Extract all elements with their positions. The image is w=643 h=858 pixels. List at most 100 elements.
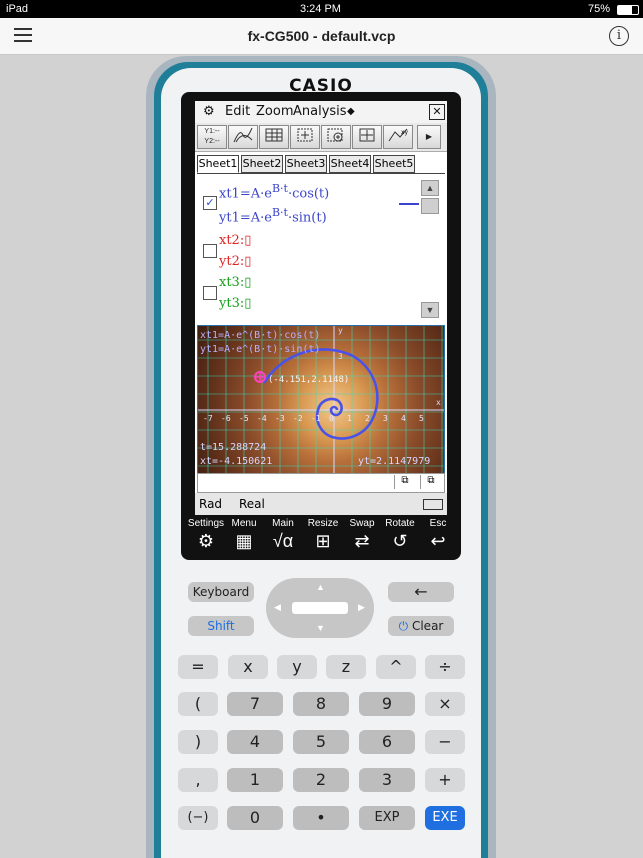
paste-icon[interactable]: ⧉ (420, 475, 441, 489)
key-row4-2[interactable]: 2 (293, 768, 349, 792)
app-menu-bar: ⚙ Edit Zoom Analysis ◆ ✕ (195, 101, 447, 123)
entry-line[interactable]: ⧉ ⧉ (197, 473, 445, 493)
x-tick-label: 4 (401, 414, 406, 423)
settings-gear-icon[interactable]: ⚙ (203, 104, 215, 119)
key-row5-4[interactable]: EXE (425, 806, 465, 830)
tab-sheet3[interactable]: Sheet3 (285, 155, 327, 173)
info-icon[interactable]: i (609, 26, 629, 46)
graph-type-button[interactable] (228, 125, 258, 149)
scroll-down-icon[interactable]: ▼ (421, 302, 439, 318)
trace-button[interactable]: xy (383, 125, 413, 149)
backspace-key[interactable]: ← (388, 582, 454, 602)
key-row1-5[interactable]: ÷ (425, 655, 465, 679)
x-tick-label: -4 (257, 414, 267, 423)
key-row1-1[interactable]: x (228, 655, 268, 679)
key-row3-4[interactable]: − (425, 730, 465, 754)
calculator-display[interactable]: ⚙ Edit Zoom Analysis ◆ ✕ Y1:-- Y2:-- xy … (195, 101, 447, 515)
key-row1-0[interactable]: = (178, 655, 218, 679)
tab-sheet1[interactable]: Sheet1 (197, 155, 239, 173)
zoom-out-button[interactable] (352, 125, 382, 149)
gear-icon[interactable]: Settings ⚙ (186, 518, 226, 558)
x-tick-label: 2 (365, 414, 370, 423)
keyboard-key[interactable]: Keyboard (188, 582, 254, 602)
key-row5-1[interactable]: 0 (227, 806, 283, 830)
graph-equation-label-1: xt1=A·e^(B·t)·cos(t) (200, 330, 321, 341)
up-arrow-icon[interactable]: ▲ (316, 582, 325, 592)
table-button[interactable] (259, 125, 289, 149)
key-row2-2[interactable]: 8 (293, 692, 349, 716)
swap-icon[interactable]: Swap ⇄ (342, 518, 382, 558)
swap-icon-glyph: ⇄ (354, 531, 370, 551)
key-row1-2[interactable]: y (277, 655, 317, 679)
key-row2-3[interactable]: 9 (359, 692, 415, 716)
equation-xt1[interactable]: xt1=A·eB·t·cos(t) (219, 182, 329, 201)
key-row1-4[interactable]: ^ (376, 655, 416, 679)
graph-equation-label-2: yt1=A·e^(B·t)·sin(t) (200, 344, 321, 355)
dpad-center (292, 602, 348, 614)
key-row4-0[interactable]: , (178, 768, 218, 792)
right-arrow-icon[interactable]: ▶ (358, 602, 365, 613)
grid-menu-icon[interactable]: Menu ▦ (224, 518, 264, 558)
grid-menu-icon-glyph: ▦ (235, 531, 253, 551)
key-row1-3[interactable]: z (326, 655, 366, 679)
rotate-icon-glyph: ↺ (392, 531, 408, 551)
x-tick-label: -5 (239, 414, 249, 423)
copy-icon[interactable]: ⧉ (394, 475, 415, 489)
key-row4-4[interactable]: + (425, 768, 465, 792)
key-row2-0[interactable]: ( (178, 692, 218, 716)
line-style-indicator[interactable] (399, 203, 419, 205)
x-tick-label: -2 (293, 414, 303, 423)
equation-xt2[interactable]: xt2:▯ (219, 233, 251, 248)
trace-point-label: (-4.151,2.1148) (268, 375, 350, 385)
key-row5-3[interactable]: EXP (359, 806, 415, 830)
main-icon[interactable]: Main √α (263, 518, 303, 558)
graph-window[interactable]: xt1=A·e^(B·t)·cos(t) yt1=A·e^(B·t)·sin(t… (197, 325, 445, 474)
clear-key[interactable]: ⏻ Clear (388, 616, 454, 636)
equation-yt3[interactable]: yt3:▯ (219, 296, 251, 311)
equation-yt1[interactable]: yt1=A·eB·t·sin(t) (219, 206, 327, 225)
key-row4-3[interactable]: 3 (359, 768, 415, 792)
zoom-box-button[interactable] (290, 125, 320, 149)
icon-label: Swap (349, 518, 375, 529)
menu-zoom[interactable]: Zoom (256, 104, 293, 119)
svg-text:xy: xy (401, 129, 409, 136)
key-row3-0[interactable]: ) (178, 730, 218, 754)
x-readout: xt=-4.150621 (200, 456, 273, 467)
checkbox-pair1[interactable]: ✓ (203, 196, 217, 210)
directional-pad[interactable]: ▲ ▼ ◀ ▶ (266, 578, 374, 638)
x-tick-label: -3 (275, 414, 285, 423)
menu-edit[interactable]: Edit (225, 104, 250, 119)
key-row5-0[interactable]: (−) (178, 806, 218, 830)
left-arrow-icon[interactable]: ◀ (274, 602, 281, 613)
menu-analysis[interactable]: Analysis (293, 104, 347, 119)
icon-label: Menu (231, 518, 257, 529)
zoom-in-button[interactable] (321, 125, 351, 149)
checkbox-pair2[interactable] (203, 244, 217, 258)
tab-sheet4[interactable]: Sheet4 (329, 155, 371, 173)
key-row3-3[interactable]: 6 (359, 730, 415, 754)
toolbar-more-icon[interactable]: ▶ (417, 125, 441, 149)
shift-key[interactable]: Shift (188, 616, 254, 636)
key-row4-1[interactable]: 1 (227, 768, 283, 792)
x-tick-label: 3 (383, 414, 388, 423)
down-arrow-icon[interactable]: ▼ (316, 623, 325, 633)
resize-icon[interactable]: Resize ⊞ (303, 518, 343, 558)
clock: 3:24 PM (300, 3, 341, 15)
escape-icon[interactable]: Esc ↩ (418, 518, 458, 558)
scroll-up-icon[interactable]: ▲ (421, 180, 439, 196)
key-row2-1[interactable]: 7 (227, 692, 283, 716)
rotate-icon[interactable]: Rotate ↺ (380, 518, 420, 558)
tab-sheet5[interactable]: Sheet5 (373, 155, 415, 173)
key-row2-4[interactable]: × (425, 692, 465, 716)
key-row3-1[interactable]: 4 (227, 730, 283, 754)
equation-yt2[interactable]: yt2:▯ (219, 254, 251, 269)
key-row5-2[interactable]: • (293, 806, 349, 830)
dropdown-icon[interactable]: ◆ (347, 106, 355, 117)
equation-xt3[interactable]: xt3:▯ (219, 275, 251, 290)
checkbox-pair3[interactable] (203, 286, 217, 300)
tab-sheet2[interactable]: Sheet2 (241, 155, 283, 173)
equation-type-button[interactable]: Y1:-- Y2:-- (197, 125, 227, 149)
close-icon[interactable]: ✕ (429, 104, 445, 120)
scroll-thumb[interactable] (421, 198, 439, 214)
key-row3-2[interactable]: 5 (293, 730, 349, 754)
